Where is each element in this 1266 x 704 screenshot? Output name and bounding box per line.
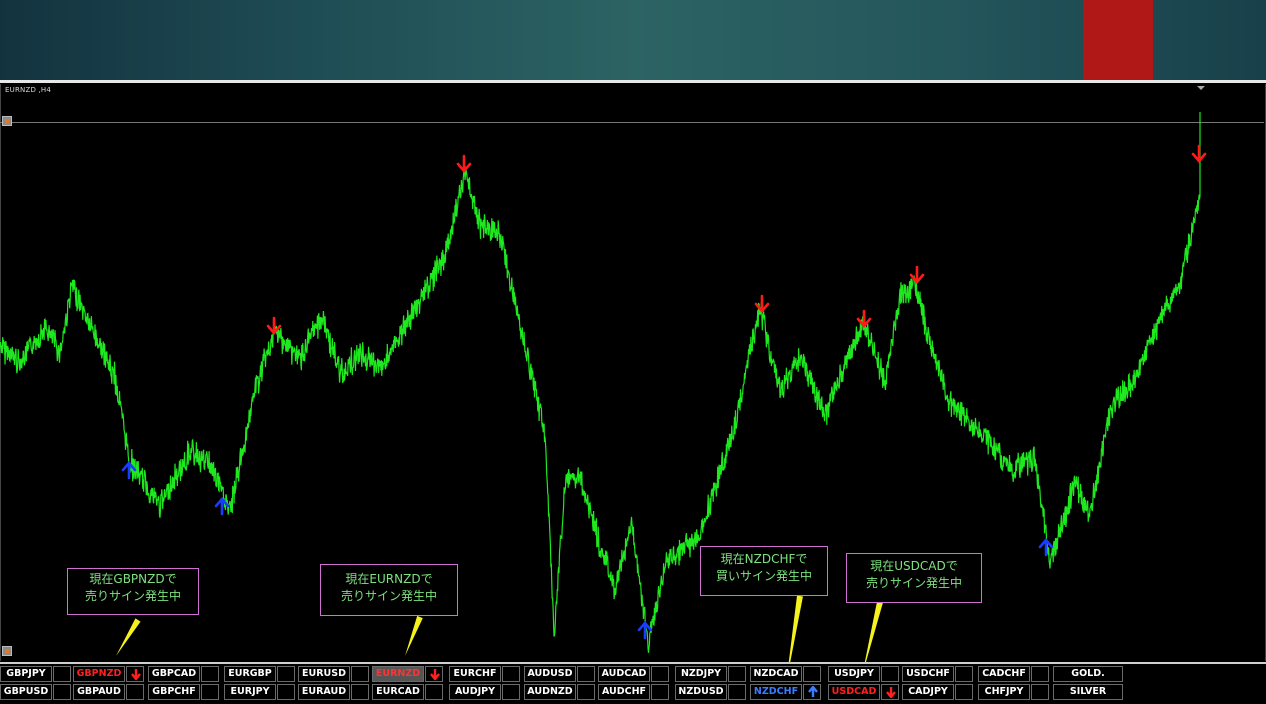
pair-button-eurnzd[interactable]: EURNZD	[372, 666, 424, 682]
pair-button-silver[interactable]: SILVER	[1053, 684, 1123, 700]
signal-slot	[53, 684, 71, 700]
pair-button-eurgbp[interactable]: EURGBP	[224, 666, 276, 682]
signal-slot	[277, 666, 295, 682]
signal-slot	[803, 684, 821, 700]
signal-slot	[126, 666, 144, 682]
signal-slot	[425, 666, 443, 682]
callout-pointer-icon	[405, 615, 423, 656]
callout-pointer-icon	[864, 601, 883, 662]
callout-pointer-icon	[788, 595, 803, 662]
pair-button-gbpchf[interactable]: GBPCHF	[148, 684, 200, 700]
signal-slot	[651, 684, 669, 700]
sell-arrow-icon	[1191, 144, 1207, 163]
signal-slot	[803, 666, 821, 682]
pair-button-nzdusd[interactable]: NZDUSD	[675, 684, 727, 700]
header-red-block	[1083, 0, 1153, 80]
signal-slot	[277, 684, 295, 700]
pair-button-eurchf[interactable]: EURCHF	[449, 666, 501, 682]
callout-text: 現在EURNZDで	[345, 572, 433, 586]
buy-signal-icon	[808, 686, 818, 697]
pair-button-gold[interactable]: GOLD.	[1053, 666, 1123, 682]
pair-button-audcad[interactable]: AUDCAD	[598, 666, 650, 682]
pair-button-audusd[interactable]: AUDUSD	[524, 666, 576, 682]
signal-slot	[577, 666, 595, 682]
signal-slot	[351, 666, 369, 682]
pair-button-audchf[interactable]: AUDCHF	[598, 684, 650, 700]
signal-slot	[728, 666, 746, 682]
signal-slot	[201, 666, 219, 682]
signal-slot	[351, 684, 369, 700]
currency-pair-panel: GBPJPY GBPNZD GBPCAD EURGBP EURUSD EURNZD EURC…	[0, 665, 1266, 704]
callout-text: 売りサイン発生中	[340, 589, 437, 603]
sell-signal-icon	[886, 687, 896, 698]
buy-arrow-icon	[1038, 538, 1054, 557]
pair-button-nzdchf[interactable]: NZDCHF	[750, 684, 802, 700]
sell-arrow-icon	[456, 154, 472, 173]
signal-slot	[728, 684, 746, 700]
window-header-banner	[0, 0, 1266, 80]
callout-nzdchf: 現在NZDCHFで 買いサイン発生中	[700, 546, 828, 596]
pair-button-nzdjpy[interactable]: NZDJPY	[675, 666, 727, 682]
callout-pointers	[116, 595, 883, 662]
signal-slot	[955, 684, 973, 700]
callout-text: 売りサイン発生中	[84, 589, 181, 603]
signal-slot	[651, 666, 669, 682]
pair-button-gbpaud[interactable]: GBPAUD	[73, 684, 125, 700]
callout-pointer-icon	[116, 618, 141, 656]
signal-slot	[955, 666, 973, 682]
pair-button-nzdcad[interactable]: NZDCAD	[750, 666, 802, 682]
header-separator	[0, 80, 1266, 83]
pair-button-gbpnzd[interactable]: GBPNZD	[73, 666, 125, 682]
signal-slot	[881, 666, 899, 682]
pair-button-audnzd[interactable]: AUDNZD	[524, 684, 576, 700]
pair-button-eurcad[interactable]: EURCAD	[372, 684, 424, 700]
signal-slot	[881, 684, 899, 700]
callout-eurnzd: 現在EURNZDで 売りサイン発生中	[320, 564, 458, 616]
signal-slot	[502, 684, 520, 700]
signal-slot	[425, 684, 443, 700]
callout-usdcad: 現在USDCADで 売りサイン発生中	[846, 553, 982, 603]
pair-button-usdcad[interactable]: USDCAD	[828, 684, 880, 700]
signal-slot	[577, 684, 595, 700]
pair-button-usdchf[interactable]: USDCHF	[902, 666, 954, 682]
callout-text: 現在NZDCHFで	[720, 552, 808, 566]
signal-slot	[1031, 684, 1049, 700]
pair-button-chfjpy[interactable]: CHFJPY	[978, 684, 1030, 700]
sell-arrow-icon	[754, 294, 770, 313]
callout-gbpnzd: 現在GBPNZDで 売りサイン発生中	[67, 568, 199, 615]
pair-button-usdjpy[interactable]: USDJPY	[828, 666, 880, 682]
signal-slot	[53, 666, 71, 682]
callout-text: 現在USDCADで	[870, 559, 958, 573]
pair-button-gbpusd[interactable]: GBPUSD	[0, 684, 52, 700]
signal-slot	[126, 684, 144, 700]
callout-text: 売りサイン発生中	[865, 576, 962, 590]
signal-slot	[1031, 666, 1049, 682]
pair-button-cadjpy[interactable]: CADJPY	[902, 684, 954, 700]
pair-button-cadchf[interactable]: CADCHF	[978, 666, 1030, 682]
callout-text: 現在GBPNZDで	[89, 572, 177, 586]
pair-button-eurjpy[interactable]: EURJPY	[224, 684, 276, 700]
sell-signal-icon	[430, 669, 440, 680]
sell-signal-icon	[131, 669, 141, 680]
pair-button-audjpy[interactable]: AUDJPY	[449, 684, 501, 700]
signal-slot	[201, 684, 219, 700]
pair-button-gbpcad[interactable]: GBPCAD	[148, 666, 200, 682]
pair-button-euraud[interactable]: EURAUD	[298, 684, 350, 700]
pair-button-gbpjpy[interactable]: GBPJPY	[0, 666, 52, 682]
pair-button-eurusd[interactable]: EURUSD	[298, 666, 350, 682]
callout-text: 買いサイン発生中	[715, 569, 812, 583]
panel-separator	[0, 662, 1266, 664]
signal-slot	[502, 666, 520, 682]
